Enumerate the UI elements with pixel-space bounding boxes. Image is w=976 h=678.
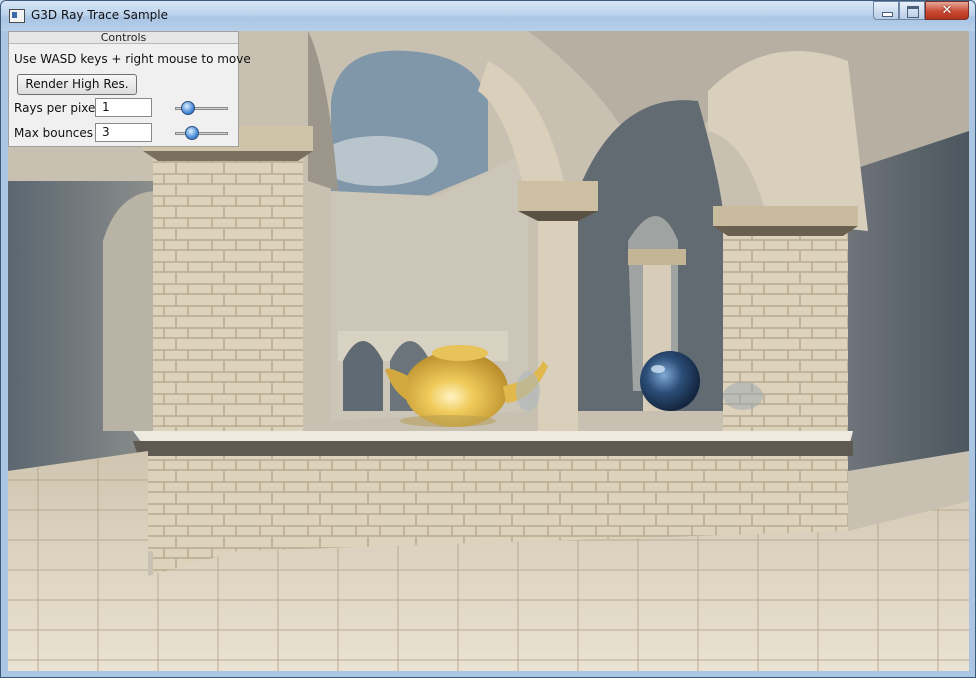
app-icon xyxy=(9,9,25,23)
app-window: G3D Ray Trace Sample ✕ Controls Use WASD… xyxy=(0,0,976,678)
max-bounces-label: Max bounces xyxy=(14,126,94,140)
max-bounces-slider[interactable] xyxy=(175,126,228,140)
rays-per-pixel-label: Rays per pixel xyxy=(14,101,99,115)
close-icon: ✕ xyxy=(941,3,953,18)
max-bounces-field[interactable]: 3 xyxy=(95,123,152,142)
slider-thumb[interactable] xyxy=(181,101,195,115)
slider-thumb[interactable] xyxy=(185,126,199,140)
slider-track xyxy=(175,132,228,135)
instructions-text: Use WASD keys + right mouse to move xyxy=(14,52,251,66)
maximize-icon xyxy=(907,6,919,18)
minimize-button[interactable] xyxy=(873,1,899,20)
rays-per-pixel-field[interactable]: 1 xyxy=(95,98,152,117)
minimize-icon xyxy=(882,12,893,17)
window-title: G3D Ray Trace Sample xyxy=(31,8,168,22)
close-button[interactable]: ✕ xyxy=(925,1,969,20)
title-bar[interactable]: G3D Ray Trace Sample ✕ xyxy=(1,1,975,31)
rays-per-pixel-slider[interactable] xyxy=(175,101,228,115)
render-high-res-button[interactable]: Render High Res. xyxy=(17,74,137,95)
controls-panel: Controls Use WASD keys + right mouse to … xyxy=(8,31,251,147)
maximize-button[interactable] xyxy=(899,1,925,20)
controls-header: Controls xyxy=(9,32,238,44)
caption-buttons: ✕ xyxy=(873,1,969,20)
